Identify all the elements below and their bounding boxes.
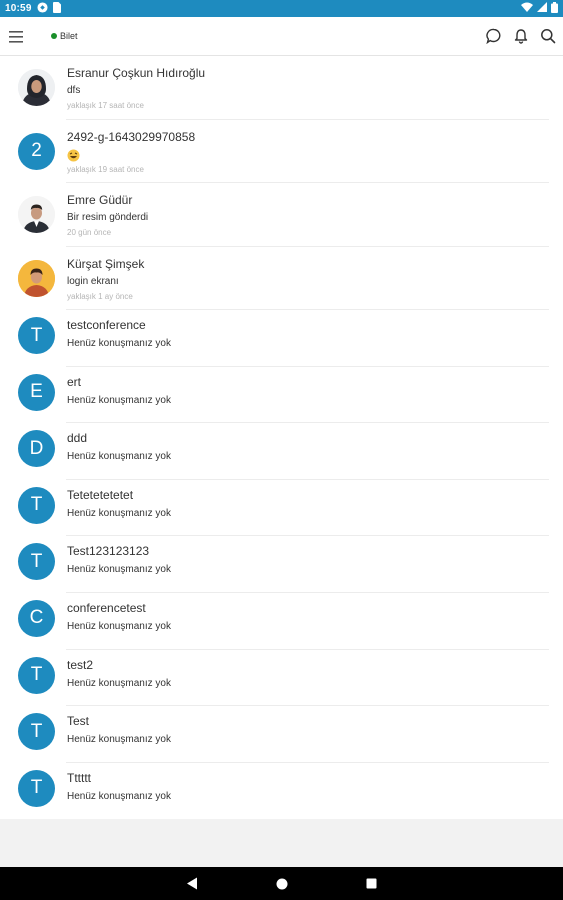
contact-name: Test123123123 <box>67 544 150 559</box>
letter-avatar: T <box>18 656 55 694</box>
status-time: 10:59 <box>5 3 32 14</box>
conversation-name: 2492-g-1643029970858 <box>67 129 196 144</box>
letter-avatar: T <box>18 713 55 751</box>
laughing-emoji-icon <box>67 149 80 165</box>
recents-square-icon[interactable] <box>352 867 392 900</box>
conversation-time: yaklaşık 1 ay önce <box>67 291 133 301</box>
empty-conversation-message: Henüz konuşmanız yok <box>67 790 171 802</box>
conversation-list: Esranur Çoşkun Hıdıroğlu dfs yaklaşık 17… <box>0 56 563 819</box>
letter-avatar: T <box>18 317 55 354</box>
presence-status[interactable]: Bilet <box>51 31 78 41</box>
empty-conversation-message: Henüz konuşmanız yok <box>67 451 171 463</box>
woman-hijab-photo-avatar <box>18 69 55 106</box>
letter-avatar: D <box>18 430 55 468</box>
conversation-last-message: dfs <box>67 85 81 96</box>
letter-avatar: T <box>18 486 55 524</box>
empty-conversation-message: Henüz konuşmanız yok <box>67 564 171 576</box>
contact-name: Test <box>67 714 90 729</box>
conversation-name: Esranur Çoşkun Hıdıroğlu <box>67 66 206 80</box>
conversation-last-message <box>67 149 80 165</box>
conversation-time: yaklaşık 19 saat önce <box>67 164 144 174</box>
contact-name: test2 <box>67 657 94 672</box>
conversation-row[interactable]: 2 2492-g-1643029970858 yaklaşık 19 saat … <box>0 120 563 183</box>
empty-conversation-message: Henüz konuşmanız yok <box>67 620 171 632</box>
home-circle-icon[interactable] <box>262 867 302 900</box>
cell-signal-icon <box>537 2 547 15</box>
contact-name: ert <box>67 374 82 389</box>
letter-avatar: E <box>18 373 55 411</box>
system-navigation-bar <box>0 867 563 900</box>
contact-name: Tttttt <box>67 770 91 785</box>
back-triangle-icon[interactable] <box>172 867 212 900</box>
empty-conversation-message: Henüz konuşmanız yok <box>67 507 171 519</box>
man-suit-photo-avatar <box>18 196 55 233</box>
empty-conversation-message: Henüz konuşmanız yok <box>67 734 171 746</box>
conversation-time: 20 gün önce <box>67 228 112 237</box>
contact-row[interactable]: T Tetetetetetet Henüz konuşmanız yok <box>0 480 563 537</box>
empty-conversation-message: Henüz konuşmanız yok <box>67 338 171 349</box>
hamburger-menu-icon[interactable] <box>9 30 25 43</box>
status-bar: 10:59 <box>0 0 563 17</box>
contact-name: conferencetest <box>67 600 146 615</box>
empty-conversation-message: Henüz konuşmanız yok <box>67 677 171 689</box>
contact-row[interactable]: E ert Henüz konuşmanız yok <box>0 367 563 424</box>
conversation-row[interactable]: Esranur Çoşkun Hıdıroğlu dfs yaklaşık 17… <box>0 56 563 120</box>
man-yellow-bg-photo-avatar <box>18 259 55 297</box>
contact-row[interactable]: T Test Henüz konuşmanız yok <box>0 706 563 763</box>
letter-avatar: T <box>18 769 55 807</box>
app-notification-icon <box>37 1 48 16</box>
letter-avatar: 2 <box>18 132 55 170</box>
contact-row[interactable]: T testconference Henüz konuşmanız yok <box>0 310 563 367</box>
contact-row[interactable]: T test2 Henüz konuşmanız yok <box>0 650 563 707</box>
conversation-name: Emre Güdür <box>67 193 133 207</box>
contact-name: ddd <box>67 431 88 446</box>
conversation-name: Kürşat Şimşek <box>67 256 145 271</box>
sim-card-icon <box>52 1 61 16</box>
conversation-row[interactable]: Emre Güdür Bir resim gönderdi 20 gün önc… <box>0 183 563 247</box>
contact-row[interactable]: D ddd Henüz konuşmanız yok <box>0 423 563 480</box>
conversation-row[interactable]: Kürşat Şimşek login ekranı yaklaşık 1 ay… <box>0 247 563 310</box>
contact-name: Tetetetetetet <box>67 487 134 502</box>
letter-avatar: T <box>18 543 55 581</box>
conversation-last-message: Bir resim gönderdi <box>67 212 149 223</box>
app-bar: Bilet <box>0 17 563 56</box>
search-icon[interactable] <box>539 27 557 45</box>
wifi-icon <box>521 2 533 15</box>
presence-dot-icon <box>51 33 57 39</box>
battery-icon <box>551 1 558 16</box>
conversation-last-message: login ekranı <box>67 275 119 287</box>
contact-name: testconference <box>67 318 146 332</box>
empty-conversation-message: Henüz konuşmanız yok <box>67 394 171 406</box>
contact-row[interactable]: C conferencetest Henüz konuşmanız yok <box>0 593 563 650</box>
conversation-time: yaklaşık 17 saat önce <box>67 101 144 110</box>
contact-row[interactable]: T Test123123123 Henüz konuşmanız yok <box>0 536 563 593</box>
presence-label: Bilet <box>60 31 78 41</box>
contact-row[interactable]: T Tttttt Henüz konuşmanız yok <box>0 763 563 819</box>
chat-bubble-icon[interactable] <box>485 27 503 45</box>
bell-icon[interactable] <box>512 27 530 45</box>
letter-avatar: C <box>18 599 55 637</box>
